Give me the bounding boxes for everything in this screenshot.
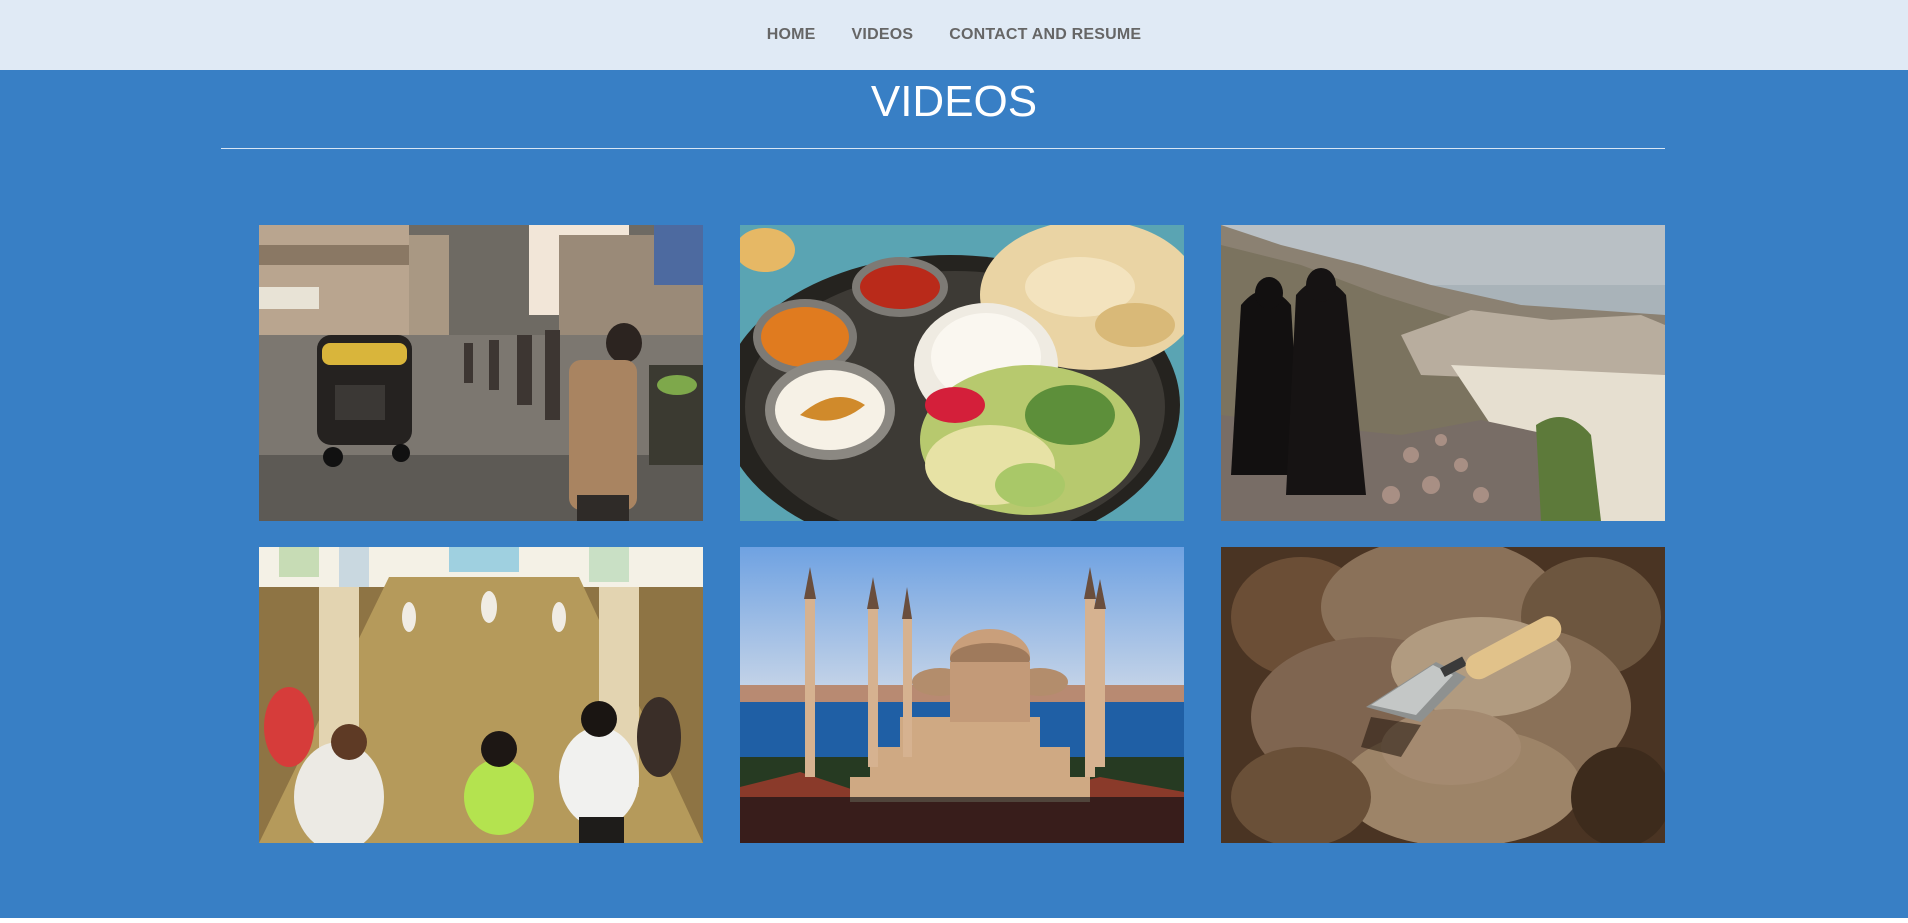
mountain-town-image — [1221, 225, 1665, 521]
video-thumbnail-exercise-class[interactable] — [259, 547, 703, 843]
mosque-image — [740, 547, 1184, 843]
street-scene-image — [259, 225, 703, 521]
nav-link-videos[interactable]: VIDEOS — [852, 26, 914, 44]
video-thumbnail-mosque[interactable] — [740, 547, 1184, 843]
video-thumbnail-street-scene[interactable] — [259, 225, 703, 521]
video-thumbnail-trowel-soil[interactable] — [1221, 547, 1665, 843]
page-title: VIDEOS — [870, 77, 1038, 126]
trowel-soil-image — [1221, 547, 1665, 843]
thali-meal-image — [740, 225, 1184, 521]
nav-link-home[interactable]: HOME — [767, 26, 816, 44]
video-thumbnail-thali-meal[interactable] — [740, 225, 1184, 521]
nav-link-contact-resume[interactable]: CONTACT AND RESUME — [949, 26, 1141, 44]
exercise-class-image — [259, 547, 703, 843]
videos-section: VIDEOS — [0, 70, 1908, 918]
video-thumbnail-mountain-town[interactable] — [1221, 225, 1665, 521]
top-navbar: HOME VIDEOS CONTACT AND RESUME — [0, 0, 1908, 70]
title-divider — [221, 148, 1665, 149]
